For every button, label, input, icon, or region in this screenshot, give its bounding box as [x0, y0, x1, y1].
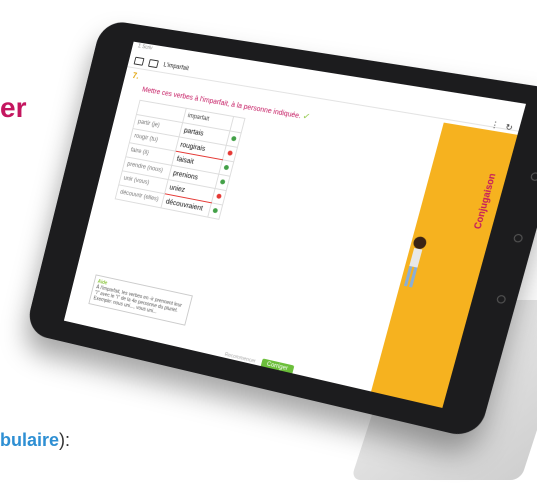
more-icon[interactable]: ⋮: [489, 120, 500, 131]
error-icon: [216, 192, 223, 199]
help-box: Aide À l'imparfait, les verbes en -ir pr…: [88, 274, 193, 326]
toolbar-title: L'imparfait: [162, 62, 190, 73]
tablet-screen: Σ Scriv L'imparfait ⋮ ↻ 7. Mettre ces ve…: [63, 41, 527, 408]
tablet-button: [495, 294, 507, 305]
caption-suffix: ):: [59, 430, 71, 450]
panel-label: Conjugaison: [471, 172, 498, 230]
correct-icon: [219, 178, 226, 185]
background-word: er: [0, 92, 27, 123]
menu-icon[interactable]: [133, 56, 145, 66]
book-icon[interactable]: [147, 59, 159, 69]
tablet-device: Σ Scriv L'imparfait ⋮ ↻ 7. Mettre ces ve…: [1, 7, 537, 485]
status-cell: [207, 202, 223, 220]
background-caption: bulaire):: [0, 430, 70, 451]
correct-icon: [223, 164, 230, 170]
error-icon: [227, 149, 234, 156]
tablet-frame: Σ Scriv L'imparfait ⋮ ↻ 7. Mettre ces ve…: [24, 19, 537, 440]
check-icon: ✓: [301, 110, 312, 122]
conjugation-table: imparfait partir (je) partais rougir (tu…: [115, 100, 246, 220]
correct-icon: [230, 135, 237, 142]
mascot-illustration: [403, 235, 428, 288]
correct-icon: [212, 207, 219, 213]
tablet-button: [512, 233, 524, 244]
tablet-button: [529, 171, 537, 182]
action-footer: Recommencer Corriger: [223, 350, 295, 376]
caption-accent: bulaire: [0, 430, 60, 450]
exercise-content: 7. Mettre ces verbes à l'imparfait, à la…: [73, 71, 421, 376]
reset-link[interactable]: Recommencer: [224, 352, 256, 365]
correct-button[interactable]: Corriger: [259, 358, 295, 376]
refresh-icon[interactable]: ↻: [504, 122, 514, 132]
